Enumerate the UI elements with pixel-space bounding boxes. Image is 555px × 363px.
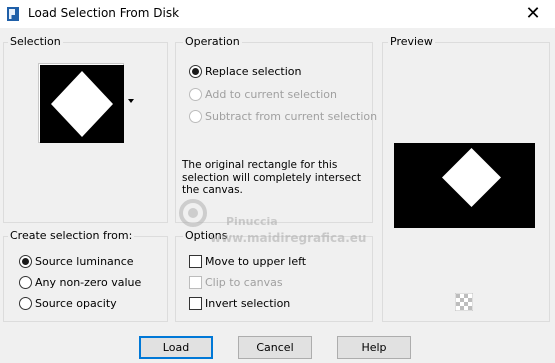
move-upper-left-label: Move to upper left [205, 255, 307, 268]
watermark-swirl-icon [179, 199, 207, 227]
watermark-site: www.maidiregrafica.eu [210, 231, 367, 245]
close-button[interactable]: ✕ [511, 0, 555, 28]
watermark-name: Pinuccia [226, 215, 278, 228]
create-from-group-label: Create selection from: [8, 229, 135, 242]
dropdown-arrow-icon[interactable] [128, 99, 134, 103]
operation-group-label: Operation [183, 35, 242, 48]
app-icon [7, 7, 19, 21]
operation-info-text: The original rectangle for this selectio… [182, 159, 362, 196]
source-luminance-label: Source luminance [35, 255, 134, 268]
selection-group-label: Selection [8, 35, 63, 48]
help-button[interactable]: Help [337, 336, 411, 359]
checkbox-invert-selection[interactable] [189, 297, 202, 310]
preview-diamond [442, 148, 501, 207]
selection-thumbnail-dropdown[interactable] [38, 63, 124, 143]
add-to-selection-label: Add to current selection [205, 88, 337, 101]
selection-thumbnail [40, 65, 124, 143]
close-icon: ✕ [525, 3, 541, 24]
load-button[interactable]: Load [139, 336, 213, 359]
radio-source-luminance[interactable] [19, 255, 32, 268]
radio-add-to-selection[interactable] [189, 88, 202, 101]
radio-any-non-zero[interactable] [19, 276, 32, 289]
radio-replace-selection[interactable] [189, 65, 202, 78]
replace-selection-label: Replace selection [205, 65, 302, 78]
title-bar: Load Selection From Disk ✕ [0, 0, 555, 28]
radio-source-opacity[interactable] [19, 297, 32, 310]
checkbox-move-upper-left[interactable] [189, 255, 202, 268]
any-non-zero-label: Any non-zero value [35, 276, 142, 289]
selection-diamond [51, 71, 113, 137]
source-opacity-label: Source opacity [35, 297, 117, 310]
invert-selection-label: Invert selection [205, 297, 291, 310]
clip-to-canvas-label: Clip to canvas [205, 276, 283, 289]
radio-subtract-selection[interactable] [189, 110, 202, 123]
preview-canvas [394, 143, 535, 228]
checkbox-clip-to-canvas[interactable] [189, 276, 202, 289]
preview-group-label: Preview [388, 35, 435, 48]
cancel-button[interactable]: Cancel [238, 336, 312, 359]
checkerboard-icon[interactable] [455, 293, 473, 311]
subtract-selection-label: Subtract from current selection [205, 110, 378, 123]
window-title: Load Selection From Disk [28, 6, 180, 20]
